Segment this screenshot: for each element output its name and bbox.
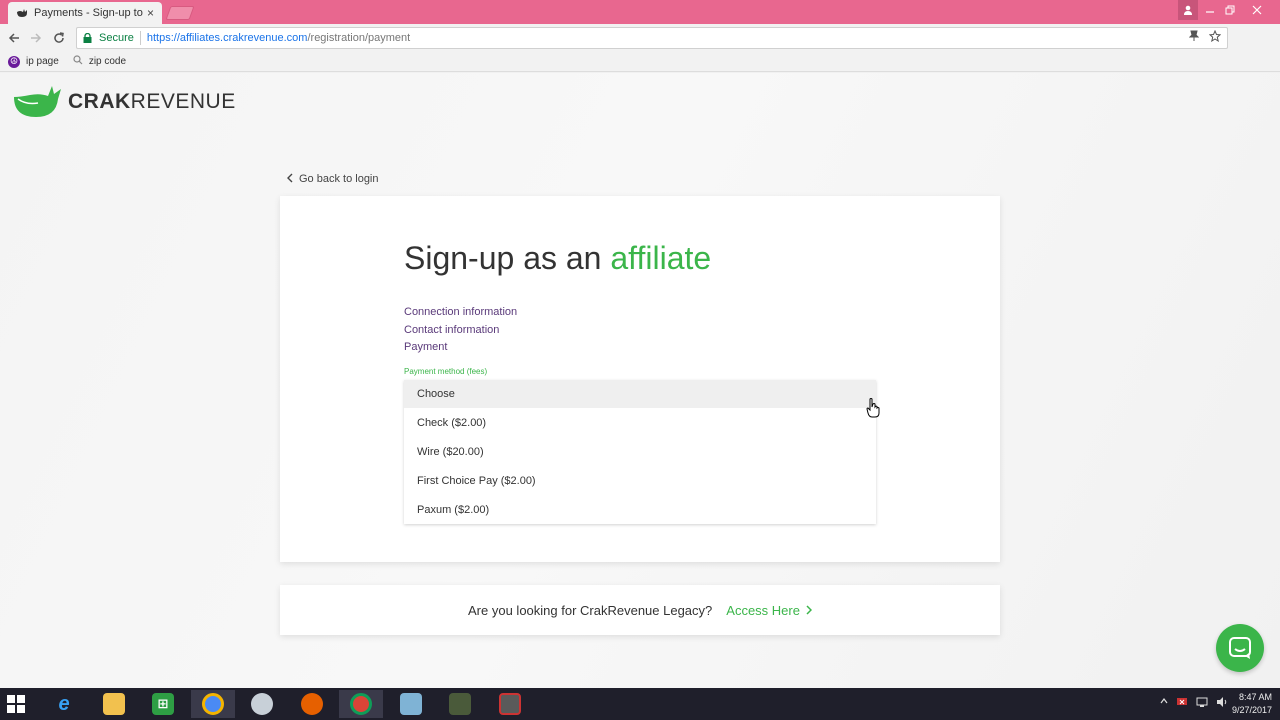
bookmark-ip-page[interactable]: ☮ ip page	[8, 55, 59, 68]
back-arrow-icon[interactable]	[4, 28, 24, 48]
bookmark-zip-code[interactable]: zip code	[73, 55, 126, 68]
url-path: /registration/payment	[307, 32, 411, 44]
option-check[interactable]: Check ($2.00)	[404, 409, 876, 437]
step-contact-information[interactable]: Contact information	[404, 322, 517, 340]
tray-network-icon[interactable]	[1196, 696, 1208, 711]
search-icon	[73, 55, 83, 68]
legacy-question: Are you looking for CrakRevenue Legacy?	[468, 602, 713, 618]
browser-titlebar: Payments - Sign-up to C ×	[0, 0, 1280, 24]
payment-method-dropdown[interactable]: Choose Check ($2.00) Wire ($20.00) First…	[404, 380, 876, 524]
taskbar-notepad-icon[interactable]	[389, 690, 433, 718]
taskbar-clock[interactable]: 8:47 AM 9/27/2017	[1232, 691, 1272, 717]
reload-icon[interactable]	[49, 28, 69, 48]
windows-start-icon[interactable]	[6, 694, 26, 714]
browser-toolbar: Secure https://affiliates.crakrevenue.co…	[0, 24, 1280, 68]
chevron-left-icon	[286, 172, 293, 186]
bookmark-label: ip page	[26, 56, 59, 67]
pin-icon[interactable]	[1188, 30, 1200, 45]
signup-steps: Connection information Contact informati…	[404, 304, 517, 357]
logo-text-crak: CRAK	[68, 90, 131, 113]
taskbar-recorder-icon[interactable]	[488, 690, 532, 718]
signup-card: Sign-up as an affiliate Connection infor…	[280, 196, 1000, 562]
option-paxum[interactable]: Paxum ($2.00)	[404, 496, 876, 524]
option-first-choice-pay[interactable]: First Choice Pay ($2.00)	[404, 467, 876, 495]
page-title: Sign-up as an affiliate	[404, 240, 711, 277]
step-payment[interactable]: Payment	[404, 339, 517, 357]
url-host: https://affiliates.crakrevenue.com	[146, 32, 308, 44]
forward-arrow-icon[interactable]	[26, 28, 46, 48]
access-here-link[interactable]: Access Here	[726, 603, 812, 618]
step-connection-information[interactable]: Connection information	[404, 304, 517, 322]
access-here-label: Access Here	[726, 602, 800, 618]
chevron-right-icon	[806, 605, 812, 615]
bookmarks-bar: ☮ ip page zip code	[0, 52, 1280, 72]
payment-method-label: Payment method (fees)	[404, 367, 488, 376]
clock-date: 9/27/2017	[1231, 705, 1272, 715]
option-wire[interactable]: Wire ($20.00)	[404, 438, 876, 466]
headline-prefix: Sign-up as an	[404, 240, 611, 276]
taskbar-internet-explorer-icon[interactable]: e	[42, 690, 86, 718]
headline-accent: affiliate	[610, 240, 712, 276]
whale-logo-icon	[14, 86, 61, 117]
taskbar-steam-icon[interactable]	[240, 690, 284, 718]
address-bar[interactable]: Secure https://affiliates.crakrevenue.co…	[76, 27, 1228, 49]
tab-close-icon[interactable]: ×	[147, 6, 154, 20]
chat-icon	[1229, 637, 1251, 659]
taskbar-chrome-icon-1[interactable]	[191, 690, 235, 718]
hand-cursor-icon	[866, 398, 880, 423]
back-link-label: Go back to login	[299, 173, 379, 185]
close-window-icon[interactable]	[1242, 0, 1272, 20]
page-content: CRAK REVENUE Go back to login Sign-up as …	[0, 73, 1280, 688]
system-tray	[1160, 696, 1228, 711]
tray-security-icon[interactable]	[1176, 696, 1188, 711]
taskbar-file-explorer-icon[interactable]	[92, 690, 136, 718]
lock-icon	[83, 33, 93, 43]
browser-tab[interactable]: Payments - Sign-up to C ×	[8, 2, 162, 24]
legacy-banner: Are you looking for CrakRevenue Legacy? …	[280, 585, 1000, 635]
windows-taskbar: e ⊞ 8:47 AM 9/27/2017	[0, 688, 1280, 720]
tray-volume-icon[interactable]	[1216, 696, 1228, 711]
chat-bubble-button[interactable]	[1216, 624, 1264, 672]
omnibox-separator	[139, 31, 141, 45]
crakrevenue-logo[interactable]: CRAK REVENUE	[12, 85, 236, 119]
user-profile-icon[interactable]	[1178, 0, 1198, 20]
option-choose[interactable]: Choose	[404, 380, 876, 408]
secure-label: Secure	[99, 32, 134, 44]
crakrevenue-favicon	[16, 7, 28, 19]
peace-icon: ☮	[8, 55, 20, 68]
go-back-to-login-link[interactable]: Go back to login	[286, 172, 379, 186]
bookmark-label: zip code	[88, 56, 127, 67]
restore-icon[interactable]	[1220, 0, 1240, 20]
new-tab-button[interactable]	[165, 6, 195, 20]
bookmark-star-icon[interactable]	[1208, 29, 1222, 45]
taskbar-app-icon[interactable]	[438, 690, 482, 718]
tray-expand-icon[interactable]	[1160, 696, 1168, 711]
tab-title: Payments - Sign-up to C	[34, 7, 143, 19]
taskbar-firefox-icon[interactable]	[290, 690, 334, 718]
clock-time: 8:47 AM	[1238, 692, 1272, 702]
taskbar-chrome-icon-2[interactable]	[339, 690, 383, 718]
taskbar-store-icon[interactable]: ⊞	[141, 690, 185, 718]
minimize-icon[interactable]	[1200, 0, 1220, 20]
logo-text-revenue: REVENUE	[130, 90, 236, 113]
